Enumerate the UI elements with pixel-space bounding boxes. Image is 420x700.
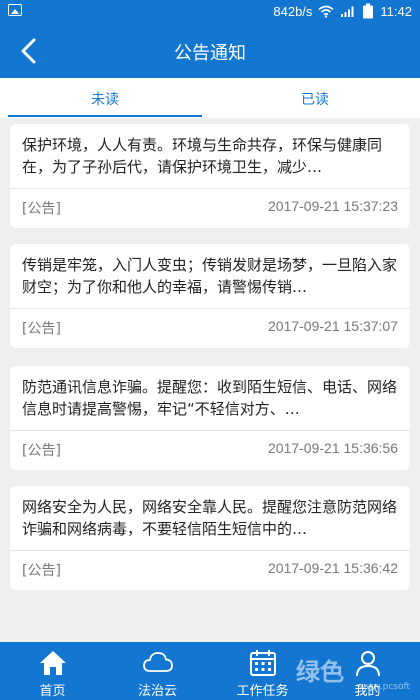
divider (10, 188, 410, 189)
divider (10, 430, 410, 431)
watermark: 绿色 www.pcsoft (296, 652, 414, 694)
calendar-icon (249, 650, 276, 676)
notice-tag: [公告] (22, 443, 61, 459)
notice-text: 网络安全为人民，网络安全靠人民。提醒您注意防范网络诈骗和网络病毒，不要轻信陌生短… (22, 498, 398, 538)
watermark-sub: www.pcsoft (358, 682, 410, 692)
nav-home[interactable]: 首页 (0, 642, 105, 700)
signal-icon (341, 6, 354, 17)
notice-tag: [公告] (22, 201, 61, 217)
home-icon (39, 651, 66, 675)
battery-icon (363, 3, 374, 19)
nav-cloud[interactable]: 法治云 (105, 642, 210, 700)
tab-bar: 未读 已读 (0, 78, 420, 118)
divider (10, 550, 410, 551)
wifi-icon (318, 5, 334, 18)
network-speed: 842b/s (273, 3, 313, 19)
notice-card[interactable]: 网络安全为人民，网络安全靠人民。提醒您注意防范网络诈骗和网络病毒，不要轻信陌生短… (10, 486, 410, 590)
notice-card[interactable]: 保护环境，人人有责。环境与生命共存，环保与健康同在，为了子孙后代，请保护环境卫生… (10, 124, 410, 228)
notice-time: 2017-09-21 15:36:56 (268, 440, 398, 456)
notice-text: 传销是牢笼，入门人变虫；传销发财是场梦，一旦陷入家财空；为了你和他人的幸福，请警… (22, 256, 398, 296)
notice-card[interactable]: 防范通讯信息诈骗。提醒您：收到陌生短信、电话、网络信息时请提高警惕，牢记“不轻信… (10, 366, 410, 470)
tab-unread[interactable]: 未读 (0, 78, 210, 118)
notice-text: 防范通讯信息诈骗。提醒您：收到陌生短信、电话、网络信息时请提高警惕，牢记“不轻信… (22, 378, 398, 418)
status-bar: 842b/s 11:42 (0, 0, 420, 24)
cloud-icon (142, 652, 173, 672)
watermark-text: 绿色 (296, 658, 344, 686)
notice-time: 2017-09-21 15:36:42 (268, 560, 398, 576)
page-title: 公告通知 (174, 43, 246, 64)
tab-read[interactable]: 已读 (210, 78, 420, 118)
notice-card[interactable]: 传销是牢笼，入门人变虫；传销发财是场梦，一旦陷入家财空；为了你和他人的幸福，请警… (10, 244, 410, 348)
nav-home-label: 首页 (39, 684, 66, 699)
notice-tag: [公告] (22, 321, 61, 337)
header-bar: 公告通知 (0, 24, 420, 78)
notice-text: 保护环境，人人有责。环境与生命共存，环保与健康同在，为了子孙后代，请保护环境卫生… (22, 136, 383, 176)
divider (10, 308, 410, 309)
image-icon (8, 4, 22, 16)
notice-time: 2017-09-21 15:37:07 (268, 318, 398, 334)
notice-time: 2017-09-21 15:37:23 (268, 198, 398, 214)
notice-tag: [公告] (22, 563, 61, 579)
clock: 11:42 (380, 3, 412, 19)
nav-cloud-label: 法治云 (137, 684, 177, 699)
